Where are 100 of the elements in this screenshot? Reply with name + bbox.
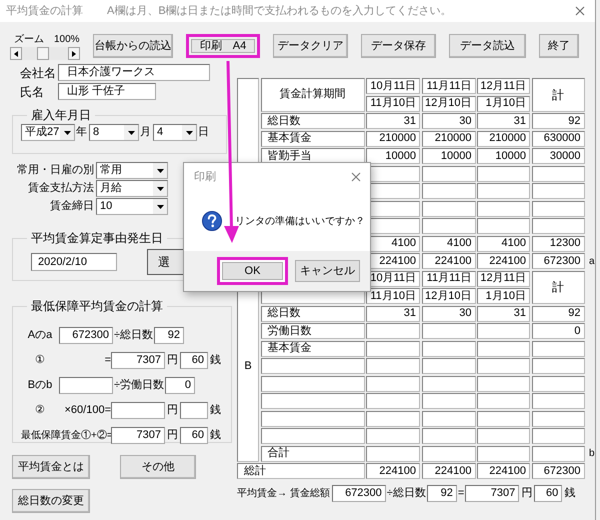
input-field[interactable]: 7307: [465, 484, 520, 502]
column-header: 11月11日: [422, 78, 476, 94]
column-header: 11月11日: [422, 270, 476, 286]
row-label: 総日数: [260, 113, 364, 129]
hint-text: A欄は月、B欄は日または時間で支払われるものを入力してください。: [107, 4, 453, 19]
column-header: 計: [532, 270, 584, 304]
table-cell: 210000: [422, 130, 476, 146]
input-field[interactable]: 60: [534, 484, 562, 502]
text-label: =: [456, 486, 466, 501]
date-field[interactable]: 2020/2/10: [31, 253, 117, 271]
dialog-message: リンタの準備はいいですか？: [235, 214, 365, 228]
table-cell: 224100: [477, 253, 530, 269]
text-label: Bのb: [26, 378, 54, 394]
input-field[interactable]: 0: [165, 377, 196, 394]
action-button[interactable]: その他: [120, 455, 196, 479]
text-label: ×60/100=: [64, 403, 111, 418]
column-header: 12月11日: [477, 78, 530, 94]
table-cell: 31: [477, 113, 530, 129]
input-field[interactable]: 672300: [59, 327, 113, 344]
input-field[interactable]: 60: [180, 427, 208, 444]
field-label: 賃金締日: [49, 198, 95, 214]
table-cell: 224100: [477, 463, 530, 479]
table-cell: 210000: [366, 130, 420, 146]
table-cell: 92: [532, 306, 584, 322]
input-field[interactable]: 92: [426, 484, 457, 502]
zoom-value: 100%: [54, 34, 80, 46]
unit-label: 日: [198, 125, 209, 140]
dialog-button[interactable]: キャンセル: [292, 257, 363, 285]
field-label: 賃金支払方法: [27, 180, 95, 196]
table-cell: 210000: [477, 130, 530, 146]
action-button[interactable]: 総日数の変更: [12, 489, 90, 513]
field-label: 氏名: [19, 84, 45, 100]
table-cell: 630000: [532, 130, 584, 146]
text-label: 円: [166, 428, 179, 444]
table-cell: 4100: [422, 236, 476, 252]
input-field[interactable]: 7307: [111, 427, 165, 444]
toolbar-button[interactable]: データ読込: [449, 34, 526, 58]
table-cell: 4100: [477, 236, 530, 252]
table-cell: 10000: [366, 148, 420, 164]
dropdown[interactable]: 平成27: [21, 124, 75, 141]
zoom-label: ズーム: [13, 34, 44, 46]
column-header: 1月10日: [477, 96, 530, 112]
table-cell: 12300: [532, 236, 584, 252]
toolbar-button[interactable]: 終了: [539, 34, 579, 58]
table-cell: 31: [366, 306, 420, 322]
input-field[interactable]: 日本介護ワークス: [58, 64, 210, 81]
table-cell: 672300: [532, 463, 584, 479]
text-label: 平均賃金→ 賃金総額: [237, 486, 331, 500]
table-cell: 224100: [366, 463, 420, 479]
action-button[interactable]: 平均賃金とは: [12, 455, 90, 479]
row-label: 労働日数: [260, 323, 364, 339]
input-field[interactable]: 672300: [332, 484, 386, 502]
input-field[interactable]: 60: [180, 352, 208, 369]
input-field[interactable]: 7307: [111, 352, 165, 369]
toolbar-button[interactable]: データ保存: [361, 34, 436, 58]
table-cell: 0: [532, 323, 584, 339]
column-header: 計: [532, 78, 584, 112]
input-field[interactable]: 山形 千佐子: [58, 83, 156, 100]
toolbar-button[interactable]: 印刷 A4: [186, 34, 260, 58]
column-header: 11月10日: [366, 288, 420, 304]
toolbar-button[interactable]: 台帳からの読込: [93, 34, 173, 58]
field-label: 会社名: [19, 64, 57, 82]
dropdown[interactable]: 月給: [96, 180, 168, 197]
text-label: Aのa: [26, 328, 54, 344]
row-marker: b: [588, 447, 596, 461]
row-label: 総日数: [260, 306, 364, 322]
text-label: 銭: [563, 486, 576, 501]
group-title: 平均賃金算定事由発生日: [30, 230, 164, 247]
dropdown[interactable]: 常用: [96, 162, 168, 179]
toolbar-button[interactable]: データクリア: [273, 34, 348, 58]
column-header: 11月10日: [366, 96, 420, 112]
input-field[interactable]: 92: [154, 327, 184, 344]
unit-label: 年: [76, 125, 87, 140]
table-cell: 10000: [422, 148, 476, 164]
column-header: 賃金計算期間: [260, 78, 364, 112]
dropdown[interactable]: 10: [96, 198, 168, 215]
text-label: 円: [166, 353, 179, 368]
dropdown[interactable]: 4: [153, 124, 197, 141]
column-header: 12月10日: [422, 288, 476, 304]
group-title: 最低保障平均賃金の計算: [30, 298, 164, 315]
text-label: 銭: [209, 428, 222, 444]
text-label: =: [104, 353, 111, 368]
table-cell: 224100: [422, 253, 476, 269]
dialog-button[interactable]: OK: [217, 257, 288, 285]
table-cell: 31: [366, 113, 420, 129]
column-header: 10月11日: [366, 78, 420, 94]
group-title: 雇入年月日: [30, 107, 92, 124]
table-cell: 92: [532, 113, 584, 129]
table-cell: 672300: [532, 253, 584, 269]
text-label: 銭: [209, 353, 222, 368]
text-label: ÷労働日数: [113, 378, 166, 394]
dropdown[interactable]: 8: [89, 124, 139, 141]
column-header: 12月11日: [477, 270, 530, 286]
row-marker: a: [588, 254, 596, 268]
table-cell: 224100: [422, 463, 476, 479]
field-label: 常用・日雇の別: [16, 162, 95, 178]
unit-label: 月: [140, 125, 151, 140]
text-label: 最低保障賃金①+②=: [21, 428, 111, 443]
text-label: ÷総日数: [386, 486, 427, 501]
window-title: 平均賃金の計算: [6, 4, 83, 19]
